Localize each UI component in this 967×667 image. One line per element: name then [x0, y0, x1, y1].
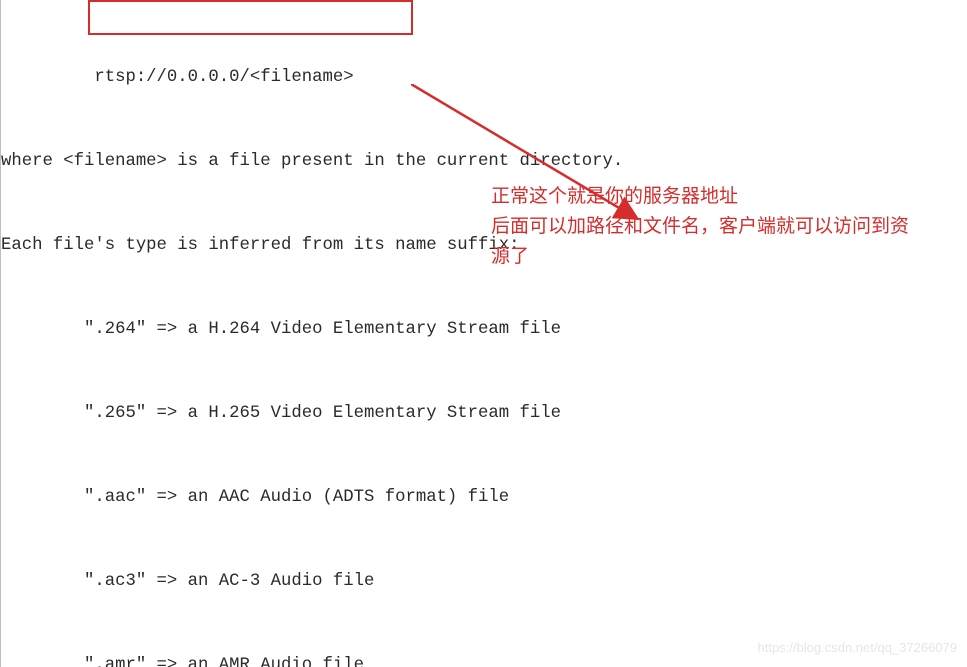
highlight-box [88, 0, 413, 35]
console-line: where <filename> is a file present in th… [1, 148, 965, 176]
console-line: ".aac" => an AAC Audio (ADTS format) fil… [1, 484, 965, 512]
arrow-icon [411, 28, 646, 168]
console-line: ".264" => a H.264 Video Elementary Strea… [1, 316, 965, 344]
console-line: ".amr" => an AMR Audio file [1, 652, 965, 667]
annotation-line: 正常这个就是你的服务器地址 [491, 182, 921, 212]
console-line: rtsp://0.0.0.0/<filename> [1, 64, 965, 92]
console-line: Each file's type is inferred from its na… [1, 232, 965, 260]
console-line: ".265" => a H.265 Video Elementary Strea… [1, 400, 965, 428]
terminal-output: rtsp://0.0.0.0/<filename> where <filenam… [0, 0, 965, 667]
console-line: ".ac3" => an AC-3 Audio file [1, 568, 965, 596]
